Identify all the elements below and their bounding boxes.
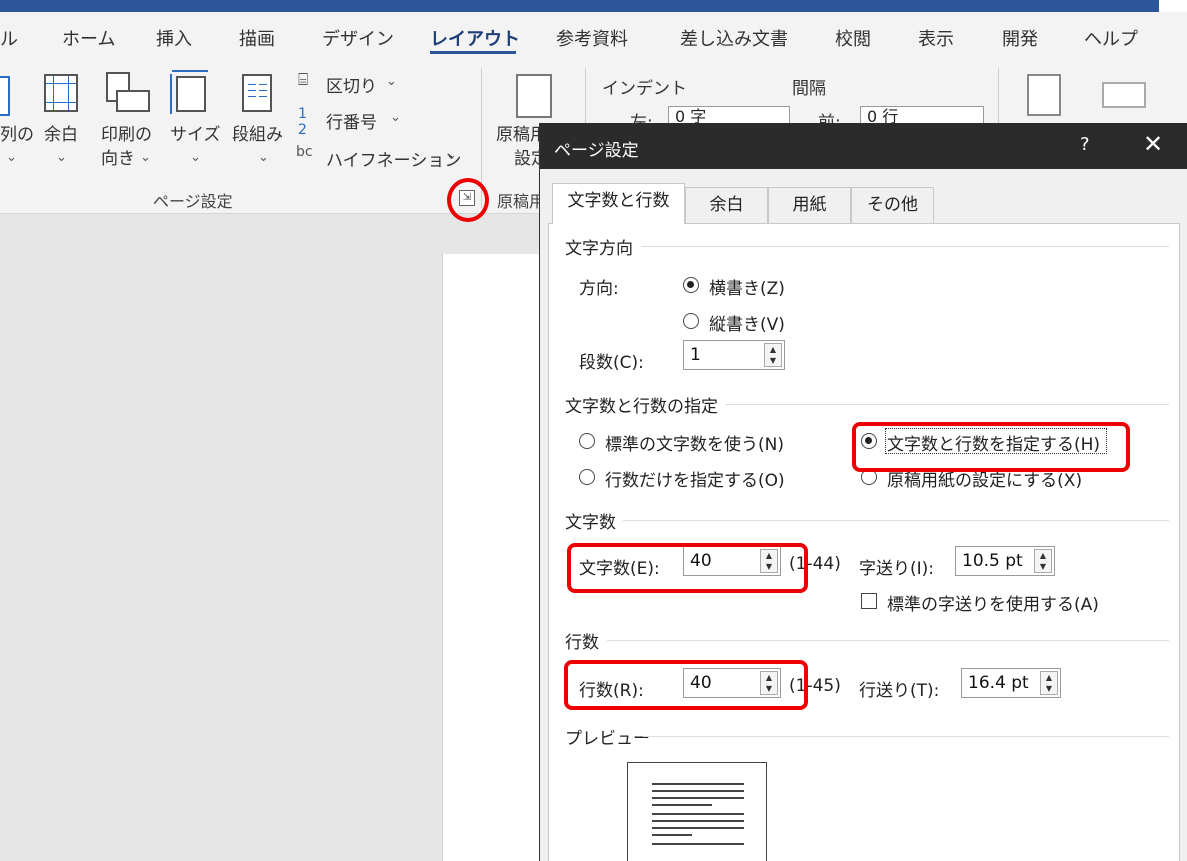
tab-view[interactable]: 表示 bbox=[918, 25, 954, 51]
line-numbers-icon: 12 bbox=[298, 106, 307, 138]
vertical-label[interactable]: 縦書き(V) bbox=[709, 310, 785, 335]
line-pitch-value[interactable]: 16.4 pt bbox=[968, 673, 1029, 693]
page-setup-group-label: ページ設定 bbox=[153, 192, 233, 211]
chevron-down-icon: ⌄ bbox=[258, 150, 269, 165]
breaks-icon: ⌸ bbox=[298, 70, 309, 90]
hyphenation-label: ハイフネーション bbox=[326, 151, 462, 171]
tab-developer[interactable]: 開発 bbox=[1002, 25, 1038, 51]
standard-pitch-label[interactable]: 標準の字送りを使用する(A) bbox=[887, 590, 1099, 615]
dialog-title: ページ設定 bbox=[554, 141, 639, 161]
chevron-down-icon: ⌄ bbox=[386, 74, 397, 89]
tab-draw[interactable]: 描画 bbox=[239, 25, 275, 51]
orientation-label-1: 印刷の bbox=[101, 125, 152, 145]
chevron-down-icon: ⌄ bbox=[446, 148, 457, 163]
spinner-arrows-icon[interactable]: ▲ ▼ bbox=[1034, 549, 1052, 573]
tab-file-partial[interactable]: ル bbox=[0, 25, 18, 51]
title-bar-edge bbox=[1159, 0, 1187, 12]
manuscript-icon bbox=[516, 74, 552, 118]
section-divider bbox=[643, 736, 1169, 737]
tab-help[interactable]: ヘルプ bbox=[1084, 25, 1138, 51]
orientation-landscape-icon bbox=[116, 90, 150, 112]
line-pitch-spinner[interactable]: 16.4 pt ▲ ▼ bbox=[961, 668, 1061, 698]
text-direction-section: 文字方向 bbox=[565, 239, 633, 259]
spacing-label: 間隔 bbox=[792, 79, 826, 99]
line-pitch-label: 行送り(T): bbox=[859, 681, 940, 701]
tab-mailings[interactable]: 差し込み文書 bbox=[680, 25, 788, 51]
standard-label[interactable]: 標準の文字数を使う(N) bbox=[605, 430, 784, 455]
section-divider bbox=[607, 640, 1169, 641]
chevron-down-icon: ⌄ bbox=[390, 110, 401, 125]
lines-section: 行数 bbox=[565, 633, 599, 653]
preview-page bbox=[627, 762, 767, 861]
columns-icon bbox=[242, 74, 272, 112]
tab-chars-lines[interactable]: 文字数と行数 bbox=[552, 183, 685, 224]
dialog-title-bar: ページ設定 ? ✕ bbox=[540, 123, 1187, 169]
preview-section: プレビュー bbox=[565, 729, 650, 749]
char-pitch-value[interactable]: 10.5 pt bbox=[962, 551, 1023, 571]
help-button[interactable]: ? bbox=[1080, 134, 1090, 155]
margins-label: 余白 bbox=[44, 125, 78, 145]
standard-pitch-checkbox[interactable] bbox=[861, 593, 877, 609]
breaks-label: 区切り bbox=[326, 77, 377, 97]
char-pitch-spinner[interactable]: 10.5 pt ▲ ▼ bbox=[955, 546, 1055, 576]
tab-margins[interactable]: 余白 bbox=[685, 187, 768, 223]
vertical-radio[interactable] bbox=[683, 313, 699, 329]
tab-design[interactable]: デザイン bbox=[322, 25, 394, 51]
text-direction-label: 列の bbox=[0, 125, 34, 145]
highlight-circle bbox=[447, 178, 489, 222]
tab-paper[interactable]: 用紙 bbox=[768, 187, 851, 223]
tab-home[interactable]: ホーム bbox=[62, 25, 115, 51]
size-label: サイズ bbox=[170, 125, 221, 145]
char-pitch-label: 字送り(I): bbox=[859, 559, 935, 579]
spinner-arrows-icon[interactable]: ▲ ▼ bbox=[1040, 671, 1058, 695]
tab-references[interactable]: 参考資料 bbox=[556, 25, 628, 51]
size-icon bbox=[170, 70, 208, 114]
highlight-specify-both bbox=[852, 422, 1130, 472]
chevron-down-icon: ⌄ bbox=[56, 150, 67, 165]
margins-icon bbox=[44, 74, 78, 112]
section-divider bbox=[725, 404, 1169, 405]
tab-other[interactable]: その他 bbox=[851, 187, 934, 223]
columns-label: 段組み bbox=[232, 125, 283, 145]
title-bar bbox=[0, 0, 1187, 12]
active-tab-underline bbox=[430, 51, 516, 54]
section-divider bbox=[641, 246, 1169, 247]
spinner-arrows-icon[interactable]: ▲ ▼ bbox=[764, 343, 782, 367]
close-button[interactable]: ✕ bbox=[1143, 130, 1163, 158]
tab-insert[interactable]: 挿入 bbox=[156, 25, 192, 51]
orientation-label-2: 向き bbox=[101, 149, 135, 169]
direction-label: 方向: bbox=[579, 279, 619, 299]
chars-lines-panel: 文字方向 方向: 横書き(Z) 縦書き(V) 段数(C): 1 ▲ ▼ 文字数と行… bbox=[548, 223, 1180, 861]
highlight-lines bbox=[564, 660, 808, 710]
columns-count-spinner[interactable]: 1 ▲ ▼ bbox=[683, 340, 785, 370]
tab-layout[interactable]: レイアウト bbox=[430, 25, 520, 51]
dialog-body: 文字数と行数 余白 用紙 その他 文字方向 方向: 横書き(Z) 縦書き(V) … bbox=[540, 169, 1187, 861]
lines-only-label[interactable]: 行数だけを指定する(O) bbox=[605, 466, 785, 491]
text-direction-icon bbox=[0, 76, 10, 116]
hyphenation-icon: bc bbox=[296, 144, 313, 160]
lines-only-radio[interactable] bbox=[579, 469, 595, 485]
indent-label: インデント bbox=[602, 79, 687, 99]
line-numbers-label: 行番号 bbox=[326, 113, 377, 133]
chevron-down-icon: ⌄ bbox=[140, 150, 151, 165]
chevron-down-icon: ⌄ bbox=[190, 150, 201, 165]
manuscript-group-label: 原稿用 bbox=[497, 192, 546, 211]
grid-section: 文字数と行数の指定 bbox=[565, 397, 718, 417]
section-divider bbox=[623, 520, 1169, 521]
horizontal-label[interactable]: 横書き(Z) bbox=[709, 274, 785, 299]
page-setup-dialog: ページ設定 ? ✕ 文字数と行数 余白 用紙 その他 文字方向 方向: 横書き(… bbox=[539, 123, 1187, 861]
columns-count-label: 段数(C): bbox=[579, 353, 644, 373]
wrap-text-icon[interactable] bbox=[1102, 82, 1146, 108]
standard-radio[interactable] bbox=[579, 433, 595, 449]
chars-section: 文字数 bbox=[565, 513, 616, 533]
columns-count-value[interactable]: 1 bbox=[690, 345, 701, 365]
horizontal-radio[interactable] bbox=[683, 277, 699, 293]
position-icon[interactable] bbox=[1027, 74, 1061, 116]
tab-review[interactable]: 校閲 bbox=[835, 25, 871, 51]
chevron-down-icon: ⌄ bbox=[6, 150, 17, 165]
highlight-chars bbox=[567, 543, 808, 593]
ribbon-tab-bar: ル ホーム 挿入 描画 デザイン レイアウト 参考資料 差し込み文書 校閲 表示… bbox=[0, 12, 1187, 64]
